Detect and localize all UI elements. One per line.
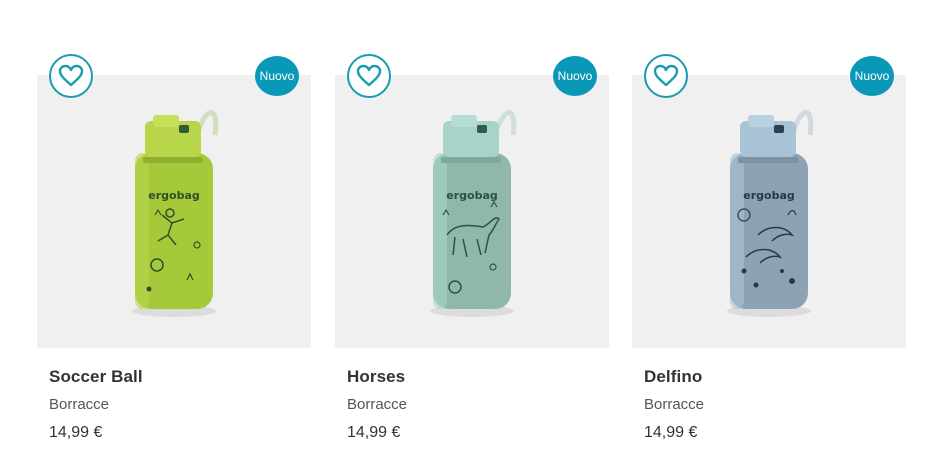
new-badge: Nuovo: [850, 56, 894, 96]
product-image[interactable]: ergobag: [632, 75, 906, 348]
wishlist-heart-button[interactable]: [49, 54, 93, 98]
product-category: Borracce: [644, 396, 705, 413]
water-bottle-horses-image: ergobag: [430, 110, 517, 317]
product-card[interactable]: ergobag Nuovo Soccer Ball Borracce 14,99…: [37, 52, 311, 452]
product-name[interactable]: Soccer Ball: [49, 367, 143, 387]
new-badge: Nuovo: [553, 56, 597, 96]
heart-icon: [653, 64, 679, 87]
product-image[interactable]: ergobag: [37, 75, 311, 348]
product-price: 14,99 €: [644, 424, 698, 441]
wishlist-heart-button[interactable]: [644, 54, 688, 98]
heart-icon: [356, 64, 382, 87]
heart-icon: [58, 64, 84, 87]
product-name[interactable]: Delfino: [644, 367, 702, 387]
svg-text:ergobag: ergobag: [446, 189, 498, 202]
water-bottle-soccer-image: ergobag: [132, 110, 219, 317]
product-price: 14,99 €: [347, 424, 401, 441]
water-bottle-dolphin-image: ergobag: [727, 110, 814, 317]
product-name[interactable]: Horses: [347, 367, 405, 387]
product-category: Borracce: [347, 396, 408, 413]
svg-text:ergobag: ergobag: [743, 189, 795, 202]
new-badge: Nuovo: [255, 56, 299, 96]
product-card[interactable]: ergobag Nuovo Horses Borracce 14,99 €: [335, 52, 609, 452]
product-card[interactable]: ergobag Nuovo Delfino Borracce 14,99 €: [632, 52, 906, 452]
wishlist-heart-button[interactable]: [347, 54, 391, 98]
product-image[interactable]: ergobag: [335, 75, 609, 348]
product-grid: ergobag Nuovo Soccer Ball Borracce 14,99…: [0, 0, 927, 467]
svg-text:ergobag: ergobag: [148, 189, 200, 202]
product-category: Borracce: [49, 396, 110, 413]
product-price: 14,99 €: [49, 424, 103, 441]
